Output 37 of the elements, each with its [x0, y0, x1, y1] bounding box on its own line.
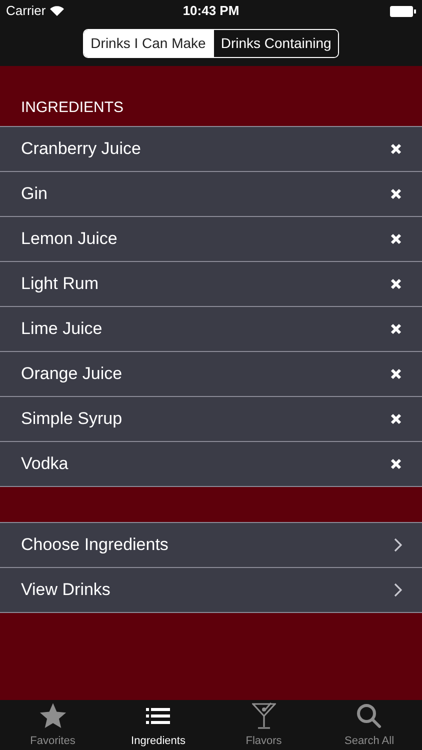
ingredient-name: Lemon Juice — [21, 228, 118, 250]
ingredient-name: Cranberry Juice — [21, 138, 142, 160]
tab-bar-item[interactable]: Ingredients — [106, 700, 211, 750]
remove-icon[interactable] — [390, 233, 402, 245]
remove-icon[interactable] — [390, 323, 402, 335]
remove-icon[interactable] — [390, 413, 402, 425]
battery-icon — [390, 6, 416, 16]
tab-bar-item[interactable]: Flavors — [211, 700, 316, 750]
section-header: INGREDIENTS — [21, 99, 124, 116]
remove-icon[interactable] — [390, 278, 402, 290]
action-label: Choose Ingredients — [21, 534, 170, 556]
action-row[interactable]: Choose Ingredients — [0, 523, 422, 568]
tab-bar-item[interactable]: Favorites — [0, 700, 106, 750]
ingredient-name: Light Rum — [21, 273, 100, 296]
list-icon — [146, 706, 170, 726]
remove-icon[interactable] — [390, 458, 402, 470]
ingredient-name: Gin — [21, 183, 48, 206]
ingredient-name: Simple Syrup — [21, 408, 124, 430]
cocktail-glass-icon — [252, 702, 276, 730]
chevron-icon — [394, 538, 402, 552]
search-icon — [356, 702, 382, 728]
action-label: View Drinks — [21, 579, 112, 602]
remove-icon[interactable] — [390, 188, 402, 200]
clock: 10:43 PM — [182, 2, 240, 20]
tab-bar-item[interactable]: Search All — [316, 700, 422, 750]
carrier-label: Carrier — [6, 2, 46, 20]
ingredient-name: Vodka — [21, 453, 70, 476]
remove-icon[interactable] — [390, 143, 402, 155]
wifi-icon — [50, 6, 64, 16]
segment-tab[interactable]: Drinks Containing — [212, 30, 338, 57]
remove-icon[interactable] — [390, 368, 402, 380]
ingredient-name: Lime Juice — [21, 318, 104, 340]
star-icon — [38, 702, 67, 730]
ingredient-name: Orange Juice — [21, 363, 124, 386]
segment-tab[interactable]: Drinks I Can Make — [84, 30, 213, 57]
chevron-icon — [394, 583, 402, 597]
action-row[interactable]: View Drinks — [0, 568, 422, 613]
